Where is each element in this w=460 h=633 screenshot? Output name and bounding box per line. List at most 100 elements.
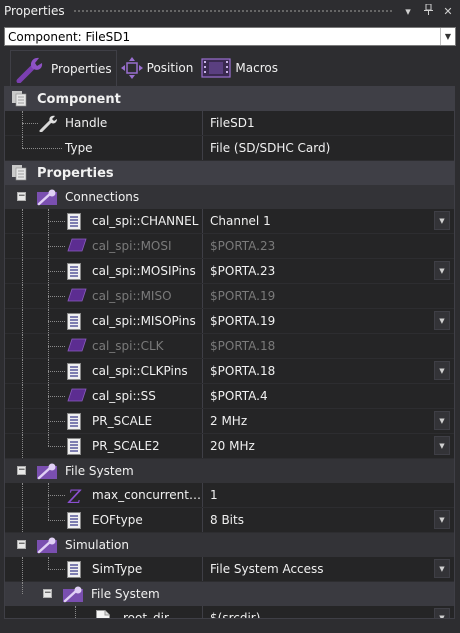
tree-line <box>48 246 65 247</box>
property-row[interactable]: root_dir $(srcdir) ▼ <box>5 606 454 619</box>
property-name: cal_spi::MISO <box>92 289 172 303</box>
tab-strip: Properties Position Macros <box>10 50 282 86</box>
property-row[interactable]: cal_spi::MISOPins $PORTA.19 ▼ <box>5 309 454 334</box>
tree-line <box>22 234 23 258</box>
component-selector-value: Component: FileSD1 <box>8 29 131 44</box>
dropdown-button[interactable]: ▼ <box>434 436 450 455</box>
dropdown-button[interactable]: ▼ <box>434 211 450 230</box>
property-name-cell: cal_spi::MISOPins <box>5 309 201 333</box>
group-connections[interactable]: − Connections <box>5 185 454 209</box>
property-value: Channel 1 <box>210 214 271 228</box>
tab-macros[interactable]: Macros <box>197 50 282 86</box>
collapse-toggle[interactable]: − <box>17 540 26 549</box>
property-value-cell[interactable]: 1 <box>202 483 454 507</box>
property-value-cell[interactable]: $PORTA.18 ▼ <box>202 359 454 383</box>
tree-line <box>48 569 65 570</box>
document-icon <box>96 610 110 618</box>
property-row[interactable]: PR_SCALE2 20 MHz ▼ <box>5 434 454 459</box>
pin-icon <box>67 388 87 405</box>
property-row-handle[interactable]: Handle FileSD1 <box>5 111 454 136</box>
tree-line <box>22 409 23 433</box>
property-row[interactable]: Zmax_concurrent… 1 <box>5 483 454 508</box>
property-value-cell[interactable]: Channel 1 ▼ <box>202 209 454 233</box>
property-value-cell[interactable]: 20 MHz ▼ <box>202 434 454 458</box>
dropdown-button[interactable]: ▼ <box>434 361 450 380</box>
dropdown-button[interactable]: ▼ <box>434 311 450 330</box>
category-component[interactable]: Component <box>5 87 454 111</box>
component-selector[interactable]: Component: FileSD1 ▼ <box>4 27 456 46</box>
tab-position-label: Position <box>146 61 194 75</box>
property-value-cell[interactable]: 8 Bits ▼ <box>202 508 454 532</box>
thumbtack-icon <box>423 3 433 15</box>
tab-properties-label: Properties <box>51 61 112 76</box>
property-value-cell[interactable]: $(srcdir) ▼ <box>202 606 454 619</box>
property-row[interactable]: cal_spi::MOSI $PORTA.23 <box>5 234 454 259</box>
tree-line <box>48 446 65 447</box>
property-name-cell: cal_spi::MOSI <box>5 234 201 258</box>
dropdown-button[interactable]: ▼ <box>434 559 450 578</box>
category-properties[interactable]: Properties <box>5 161 454 185</box>
close-button[interactable]: ✕ <box>440 5 456 18</box>
property-row[interactable]: cal_spi::SS $PORTA.4 <box>5 384 454 409</box>
group-simulation[interactable]: − Simulation <box>5 533 454 557</box>
tab-position[interactable]: Position <box>117 50 198 86</box>
property-value-cell[interactable]: $PORTA.18 <box>202 334 454 358</box>
tree-line <box>22 508 23 532</box>
pin-icon <box>67 288 87 305</box>
property-row[interactable]: cal_spi::MISO $PORTA.19 <box>5 284 454 309</box>
dropdown-button[interactable]: ▼ <box>434 608 450 618</box>
subgroup-file-system-label: File System <box>91 587 160 601</box>
tree-line <box>48 557 49 569</box>
property-value-cell[interactable]: $PORTA.4 <box>202 384 454 408</box>
property-row-type[interactable]: Type File (SD/SDHC Card) <box>5 136 454 161</box>
property-row[interactable]: cal_spi::CLK $PORTA.18 <box>5 334 454 359</box>
collapse-toggle[interactable]: − <box>17 466 26 475</box>
property-row[interactable]: cal_spi::CLKPins $PORTA.18 ▼ <box>5 359 454 384</box>
property-value-cell[interactable]: FileSD1 <box>202 111 454 135</box>
property-value-cell[interactable]: File System Access ▼ <box>202 557 454 581</box>
property-row[interactable]: PR_SCALE 2 MHz ▼ <box>5 409 454 434</box>
property-value-cell[interactable]: $PORTA.23 ▼ <box>202 259 454 283</box>
collapse-toggle[interactable]: − <box>43 589 52 598</box>
property-name: PR_SCALE2 <box>92 439 160 453</box>
titlebar-grip[interactable] <box>72 8 392 14</box>
tree-line <box>22 148 62 149</box>
property-name-cell: Type <box>5 136 201 160</box>
property-row[interactable]: cal_spi::CHANNEL Channel 1 ▼ <box>5 209 454 234</box>
property-value-cell[interactable]: 2 MHz ▼ <box>202 409 454 433</box>
tab-macros-label: Macros <box>235 61 278 75</box>
connections-rows: cal_spi::CHANNEL Channel 1 ▼ cal_spi::MOSI $… <box>5 209 454 459</box>
dropdown-button[interactable]: ▼ <box>434 261 450 280</box>
list-icon <box>67 438 81 458</box>
window-position-button[interactable]: ▾ <box>400 5 416 18</box>
property-name-cell: Zmax_concurrent… <box>5 483 201 508</box>
tab-properties[interactable]: Properties <box>10 50 117 86</box>
tree-line <box>75 618 94 619</box>
property-value: File (SD/SDHC Card) <box>210 141 331 155</box>
dropdown-button[interactable]: ▼ <box>434 411 450 430</box>
property-value-cell[interactable]: $PORTA.19 ▼ <box>202 309 454 333</box>
property-value-cell[interactable]: File (SD/SDHC Card) <box>202 136 454 160</box>
group-file-system[interactable]: − File System <box>5 459 454 483</box>
property-value: $PORTA.4 <box>210 389 268 403</box>
tree-line <box>22 259 23 283</box>
tree-line <box>48 520 65 521</box>
dropdown-button[interactable]: ▼ <box>434 510 450 529</box>
pin-icon <box>67 238 87 255</box>
wrench-icon <box>16 57 43 83</box>
pin-icon-button[interactable] <box>420 3 436 18</box>
group-simulation-label: Simulation <box>65 538 129 552</box>
property-row[interactable]: EOFtype 8 Bits ▼ <box>5 508 454 533</box>
subgroup-file-system[interactable]: − File System <box>5 582 454 606</box>
property-row[interactable]: SimType File System Access ▼ <box>5 557 454 582</box>
property-value-cell[interactable]: $PORTA.19 <box>202 284 454 308</box>
property-row[interactable]: cal_spi::MOSIPins $PORTA.23 ▼ <box>5 259 454 284</box>
property-name: cal_spi::MISOPins <box>92 314 196 328</box>
folder-wrench-icon <box>37 537 57 554</box>
chevron-down-icon[interactable]: ▼ <box>440 28 455 45</box>
property-value-cell[interactable]: $PORTA.23 <box>202 234 454 258</box>
collapse-toggle[interactable]: − <box>17 192 26 201</box>
property-value: $(srcdir) <box>210 611 261 619</box>
tree-line <box>48 271 65 272</box>
property-name: Handle <box>65 116 108 130</box>
